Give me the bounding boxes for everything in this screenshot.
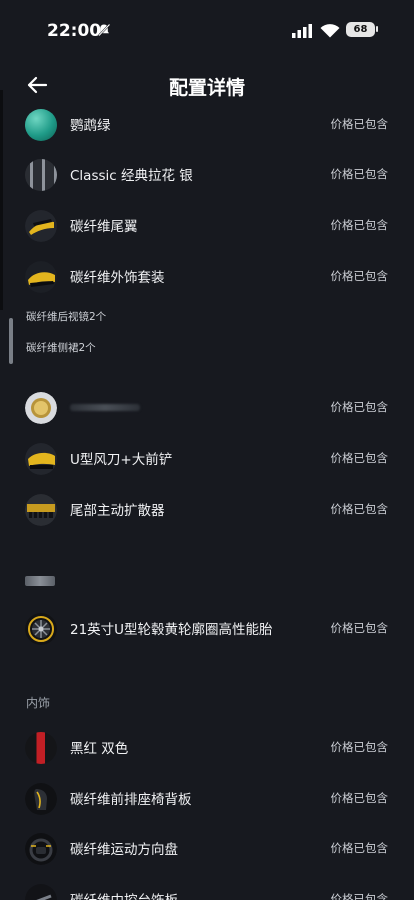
item-name: 鹦鹉绿 [70, 118, 111, 134]
status-bar: 22:00 68 [0, 0, 414, 60]
wifi-icon [320, 24, 340, 38]
cellular-signal-icon [292, 24, 312, 38]
item-price-status: 价格已包含 [330, 621, 389, 635]
mute-bell-icon [98, 23, 111, 37]
blurred-section-header [25, 576, 55, 586]
item-name: 碳纤维前排座椅背板 [70, 792, 192, 808]
config-item-carbon-console-trim[interactable]: 碳纤维中控台饰板 价格已包含 [0, 878, 414, 900]
item-price-status: 价格已包含 [330, 400, 389, 414]
item-price-status: 价格已包含 [330, 269, 389, 283]
wheel-thumb-icon [25, 613, 57, 645]
item-price-status: 价格已包含 [330, 167, 389, 181]
status-time: 22:00 [47, 21, 102, 41]
item-name: 尾部主动扩散器 [70, 503, 165, 519]
config-item-classic-stripe[interactable]: Classic 经典拉花 银 价格已包含 [0, 153, 414, 193]
config-item-carbon-exterior-kit[interactable]: 碳纤维外饰套装 价格已包含 [0, 255, 414, 295]
green-paint-swatch-icon [25, 109, 57, 141]
front-splitter-thumb-icon [25, 443, 57, 475]
item-name: 碳纤维外饰套装 [70, 270, 165, 286]
kit-detail-mirrors: 碳纤维后视镜2个 [26, 311, 107, 323]
item-price-status: 价格已包含 [330, 740, 389, 754]
diffuser-thumb-icon [25, 494, 57, 526]
config-item-u-blade-splitter[interactable]: U型风刀+大前铲 价格已包含 [0, 437, 414, 477]
config-item-carbon-seat-back[interactable]: 碳纤维前排座椅背板 价格已包含 [0, 777, 414, 817]
battery-tip [376, 26, 378, 32]
battery-indicator: 68 [346, 22, 375, 37]
item-name: 碳纤维运动方向盘 [70, 842, 178, 858]
item-name: 碳纤维中控台饰板 [70, 889, 178, 900]
item-name: U型风刀+大前铲 [70, 452, 173, 468]
config-item-parrot-green[interactable]: 鹦鹉绿 价格已包含 [0, 103, 414, 143]
page-title: 配置详情 [168, 77, 245, 99]
item-price-status: 价格已包含 [330, 502, 389, 516]
config-item-carbon-steering-wheel[interactable]: 碳纤维运动方向盘 价格已包含 [0, 827, 414, 867]
item-price-status: 价格已包含 [330, 218, 389, 232]
kit-detail-side-skirts: 碳纤维侧裙2个 [26, 342, 96, 354]
config-list: 鹦鹉绿 价格已包含 Classic 经典拉花 银 价格已包含 碳纤维尾翼 价格已… [0, 100, 414, 900]
item-price-status: 价格已包含 [330, 892, 389, 900]
section-title-interior: 内饰 [26, 696, 51, 710]
config-item-black-red-interior[interactable]: 黑红 双色 价格已包含 [0, 726, 414, 766]
item-price-status: 价格已包含 [330, 791, 389, 805]
seat-back-thumb-icon [25, 783, 57, 815]
config-item-badge[interactable]: 价格已包含 [0, 386, 414, 426]
item-name: Classic 经典拉花 银 [70, 168, 193, 184]
console-trim-thumb-icon [25, 884, 57, 900]
config-item-rear-diffuser[interactable]: 尾部主动扩散器 价格已包含 [0, 488, 414, 528]
item-name: 21英寸U型轮毂黄轮廓圈高性能胎 [70, 622, 273, 638]
exterior-kit-thumb-icon [25, 261, 57, 293]
config-item-21in-wheels[interactable]: 21英寸U型轮毂黄轮廓圈高性能胎 价格已包含 [0, 607, 414, 647]
blurred-item-name [70, 404, 140, 411]
item-price-status: 价格已包含 [330, 841, 389, 855]
steering-wheel-thumb-icon [25, 833, 57, 865]
black-red-swatch-icon [25, 732, 57, 764]
item-price-status: 价格已包含 [330, 117, 389, 131]
item-name: 黑红 双色 [70, 741, 129, 757]
battery-level: 68 [353, 24, 368, 35]
item-name: 碳纤维尾翼 [70, 219, 138, 235]
config-item-carbon-wing[interactable]: 碳纤维尾翼 价格已包含 [0, 204, 414, 244]
rear-wing-thumb-icon [25, 210, 57, 242]
badge-thumb-icon [25, 392, 57, 424]
silver-stripe-swatch-icon [25, 159, 57, 191]
item-price-status: 价格已包含 [330, 451, 389, 465]
